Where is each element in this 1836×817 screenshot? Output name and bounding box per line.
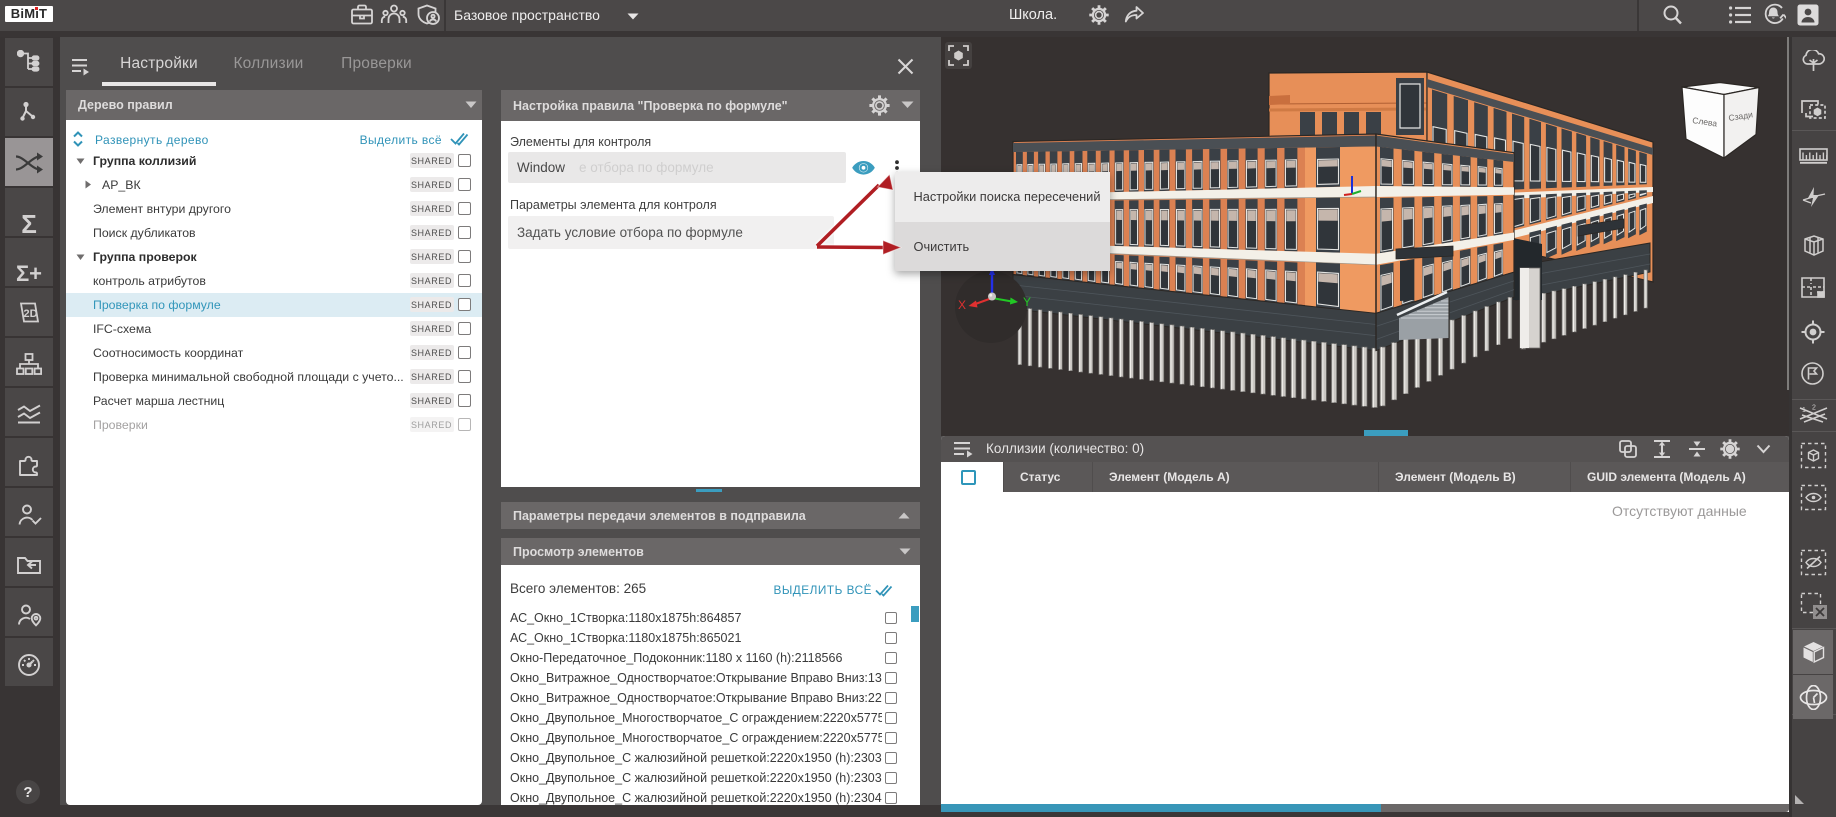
svg-text:1: 1 — [1802, 407, 1806, 414]
svg-text:2: 2 — [1812, 405, 1816, 412]
svg-text:2D: 2D — [24, 308, 38, 320]
svg-text:Y: Y — [1023, 295, 1031, 309]
svg-text:X: X — [958, 298, 966, 312]
